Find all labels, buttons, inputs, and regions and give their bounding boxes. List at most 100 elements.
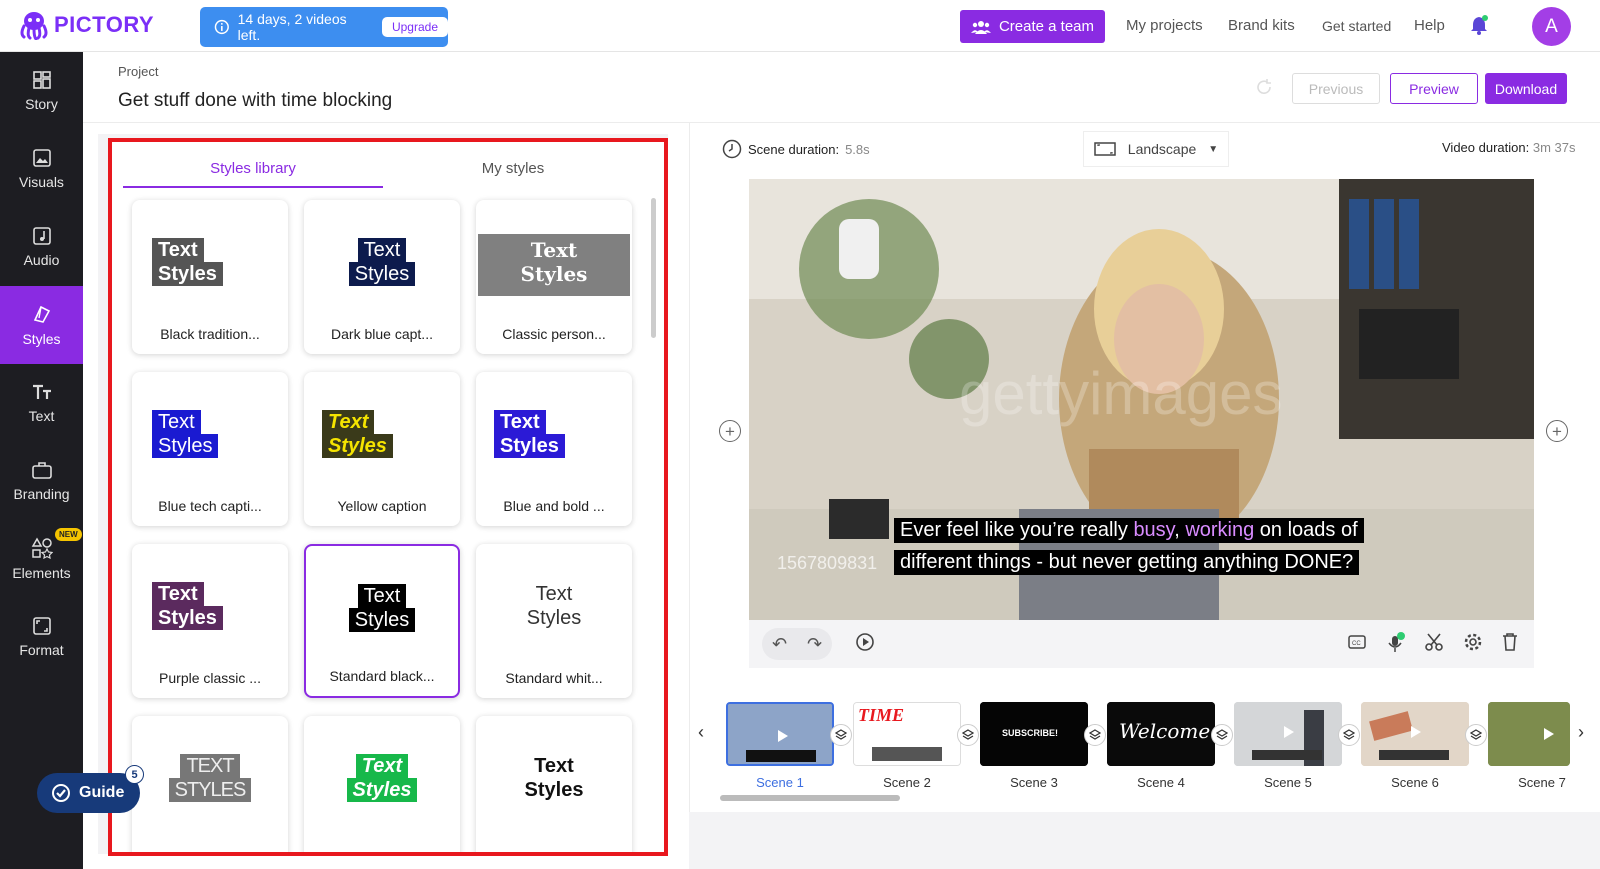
nav-help[interactable]: Help xyxy=(1414,17,1445,34)
sidebar-item-branding[interactable]: Branding xyxy=(0,442,83,520)
closed-captions-icon[interactable]: CC xyxy=(1347,632,1367,657)
scene-thumb-5[interactable] xyxy=(1234,702,1342,766)
scene-layers-icon[interactable] xyxy=(1211,724,1233,746)
tab-styles-library[interactable]: Styles library xyxy=(123,160,383,177)
sidebar-item-styles[interactable]: Styles xyxy=(0,286,83,364)
sidebar-item-text[interactable]: Text xyxy=(0,364,83,442)
preview-button[interactable]: Preview xyxy=(1390,73,1478,104)
scene-thumb-3[interactable]: SUBSCRIBE! xyxy=(980,702,1088,766)
style-card-gray-caps[interactable]: TEXT STYLES xyxy=(132,716,288,852)
style-card-black-traditional[interactable]: Text Styles Black tradition... xyxy=(132,200,288,354)
style-card-green[interactable]: Text Styles xyxy=(304,716,460,852)
redo-icon[interactable]: ↷ xyxy=(807,634,822,655)
scene-layers-icon[interactable] xyxy=(957,724,979,746)
style-preview: TEXT STYLES xyxy=(132,754,288,802)
scene-label-3[interactable]: Scene 3 xyxy=(980,775,1088,790)
avatar[interactable]: A xyxy=(1532,7,1571,46)
style-preview: Text Styles xyxy=(132,238,288,286)
sidebar-item-visuals[interactable]: Visuals xyxy=(0,130,83,208)
caption-line-2[interactable]: different things - but never getting any… xyxy=(894,550,1360,575)
create-team-label: Create a team xyxy=(998,18,1095,35)
scene-label-5[interactable]: Scene 5 xyxy=(1234,775,1342,790)
caption-text: , xyxy=(1174,519,1186,541)
nav-my-projects[interactable]: My projects xyxy=(1126,17,1203,34)
scenes-scrollbar[interactable] xyxy=(720,795,900,801)
style-card-dark-blue-caption[interactable]: Text Styles Dark blue capt... xyxy=(304,200,460,354)
scene-thumb-7[interactable] xyxy=(1488,702,1570,766)
gear-icon[interactable] xyxy=(1463,632,1483,657)
create-team-button[interactable]: Create a team xyxy=(960,10,1105,43)
add-scene-before-icon[interactable]: + xyxy=(719,420,741,442)
guide-count-badge: 5 xyxy=(125,765,144,784)
sidebar-item-audio[interactable]: Audio xyxy=(0,208,83,286)
refresh-icon[interactable] xyxy=(1255,78,1273,101)
style-card-label: Blue and bold ... xyxy=(503,498,605,514)
scene-thumb-1[interactable] xyxy=(726,702,834,766)
pictory-logo[interactable]: PICTORY xyxy=(18,10,154,40)
scene-layers-icon[interactable] xyxy=(830,724,852,746)
scene-label-1[interactable]: Scene 1 xyxy=(726,775,834,790)
left-sidebar: Story Visuals Audio Styles Text Branding… xyxy=(0,52,83,869)
paint-icon xyxy=(33,305,50,323)
style-card-bold-black[interactable]: Text Styles xyxy=(476,716,632,852)
trash-icon[interactable] xyxy=(1501,632,1519,657)
nav-brand-kits[interactable]: Brand kits xyxy=(1228,17,1295,34)
previous-button[interactable]: Previous xyxy=(1292,73,1380,104)
style-card-standard-white[interactable]: Text Styles Standard whit... xyxy=(476,544,632,698)
scene-thumb-6[interactable] xyxy=(1361,702,1469,766)
scene-thumb-2[interactable]: TIME xyxy=(853,702,961,766)
video-canvas[interactable]: gettyimages 1567809831 Ever feel like yo… xyxy=(749,179,1534,620)
style-card-label: Dark blue capt... xyxy=(331,326,433,342)
scenes-next-arrow-icon[interactable]: › xyxy=(1578,722,1584,743)
style-card-standard-black[interactable]: Text Styles Standard black... xyxy=(304,544,460,698)
scene-label-4[interactable]: Scene 4 xyxy=(1107,775,1215,790)
scene-4-preview: Welcome xyxy=(1107,702,1215,766)
tab-my-styles[interactable]: My styles xyxy=(383,160,643,177)
style-card-yellow-caption[interactable]: Text Styles Yellow caption xyxy=(304,372,460,526)
project-title[interactable]: Get stuff done with time blocking xyxy=(118,90,392,112)
styles-scrollbar[interactable] xyxy=(651,198,656,338)
sidebar-item-story[interactable]: Story xyxy=(0,52,83,130)
scene-label-7[interactable]: Scene 7 xyxy=(1488,775,1596,790)
scene-layers-icon[interactable] xyxy=(1465,724,1487,746)
nav-get-started[interactable]: Get started xyxy=(1322,18,1391,34)
scissors-icon[interactable] xyxy=(1424,632,1444,657)
scene-thumb-4[interactable]: Welcome xyxy=(1107,702,1215,766)
guide-button[interactable]: Guide xyxy=(37,773,140,813)
new-badge: NEW xyxy=(55,528,82,541)
clock-icon xyxy=(722,139,742,159)
style-card-blue-tech[interactable]: Text Styles Blue tech capti... xyxy=(132,372,288,526)
sidebar-item-elements[interactable]: NEW Elements xyxy=(0,520,83,598)
scene-label-6[interactable]: Scene 6 xyxy=(1361,775,1469,790)
undo-icon[interactable]: ↶ xyxy=(772,634,787,655)
add-scene-after-icon[interactable]: + xyxy=(1546,420,1568,442)
svg-text:SUBSCRIBE!: SUBSCRIBE! xyxy=(1002,728,1058,738)
download-button[interactable]: Download xyxy=(1485,73,1567,104)
style-card-purple-classic[interactable]: Text Styles Purple classic ... xyxy=(132,544,288,698)
scenes-prev-arrow-icon[interactable]: ‹ xyxy=(698,722,704,743)
check-badge-icon xyxy=(52,784,70,802)
style-preview: Text Styles xyxy=(132,582,288,630)
sidebar-item-format[interactable]: Format xyxy=(0,598,83,676)
play-icon[interactable] xyxy=(855,632,875,657)
format-icon xyxy=(32,617,51,635)
preview-line: Styles xyxy=(494,434,565,458)
ai-voice-icon[interactable] xyxy=(1386,632,1406,659)
caption-line-1[interactable]: Ever feel like you’re really busy, worki… xyxy=(894,518,1364,543)
canvas-controls: ↶ ↷ CC xyxy=(749,620,1534,668)
preview-line: Text xyxy=(355,754,409,778)
notifications-bell-icon[interactable] xyxy=(1470,15,1488,40)
preview-line: Styles xyxy=(520,262,588,286)
preview-line: Text xyxy=(357,238,407,262)
scene-layers-icon[interactable] xyxy=(1084,724,1106,746)
trial-text: 14 days, 2 videos left. xyxy=(237,11,347,43)
style-card-blue-and-bold[interactable]: Text Styles Blue and bold ... xyxy=(476,372,632,526)
preview-line: Styles xyxy=(152,606,223,630)
scene-label-2[interactable]: Scene 2 xyxy=(853,775,961,790)
style-card-classic-personal[interactable]: Text Styles Classic person... xyxy=(476,200,632,354)
orientation-dropdown[interactable]: Landscape ▼ xyxy=(1083,131,1229,167)
upgrade-button[interactable]: Upgrade xyxy=(381,17,448,37)
caption-highlight: working xyxy=(1185,519,1255,541)
text-icon xyxy=(32,384,51,399)
scene-layers-icon[interactable] xyxy=(1338,724,1360,746)
